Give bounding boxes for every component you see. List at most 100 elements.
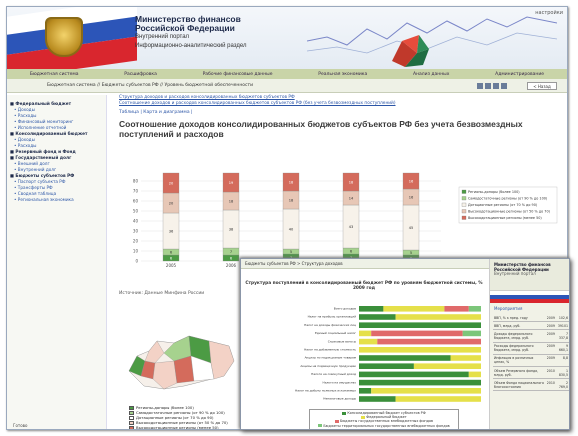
indicator-name[interactable]: ВВП, млрд. руб. (493, 321, 546, 331)
save-icon[interactable] (485, 83, 491, 89)
bar-segment[interactable] (395, 396, 481, 402)
indicator-name[interactable]: Объем Фонда национального благосостояния (493, 378, 546, 392)
bar-segment[interactable] (359, 322, 481, 328)
indicator-row: Объем Резервного фонда, млрд. руб. 2010 1 … (493, 366, 569, 380)
back-button[interactable]: < Назад (527, 82, 557, 90)
nav-item-2[interactable]: Рабочие финансовые данные (203, 72, 273, 77)
legend-swatch (461, 202, 467, 207)
sidebar-item-9[interactable]: ■ Государственный долг (10, 155, 103, 160)
sidebar-item-12[interactable]: ■ Бюджеты субъектов РФ (10, 173, 103, 178)
header-graph-decoration (307, 16, 557, 67)
window2-main: Структура поступлений в консолидированны… (241, 269, 487, 429)
sidebar-item-0[interactable]: ■ Федеральный бюджет (10, 101, 103, 106)
x-tick-label: 2005 (166, 263, 177, 268)
bar-segment[interactable] (450, 355, 482, 361)
bar-segment[interactable] (359, 379, 481, 386)
indicator-name[interactable]: Объем Резервного фонда, млрд. руб. (493, 366, 546, 380)
row-label: Налог на доходы физических лиц (304, 323, 356, 327)
bar-segment[interactable] (413, 363, 481, 369)
sidebar-item-11[interactable]: • Внутренний долг (10, 167, 103, 172)
legend-swatch (461, 196, 467, 201)
view-tabs[interactable]: Таблица | Карта и диаграмма | (119, 110, 559, 115)
sidebar-item-14[interactable]: • Трансферты РФ (10, 185, 103, 190)
events-link[interactable]: Мероприятия (490, 303, 569, 314)
bar-segment[interactable] (359, 363, 414, 369)
bar-segment[interactable] (395, 314, 481, 320)
nav-item-5[interactable]: Администрирование (495, 72, 544, 77)
bar-segment[interactable] (359, 355, 451, 361)
legend-swatch (461, 209, 467, 214)
export-icon[interactable] (493, 83, 499, 89)
nav-item-3[interactable]: Реальная экономика (318, 72, 367, 77)
sidebar-item-13[interactable]: • Паспорт субъекта РФ (10, 179, 103, 184)
sidebar-item-4[interactable]: • Исполнение отчетной (10, 125, 103, 130)
bar-segment[interactable] (359, 314, 396, 320)
bar-segment[interactable] (377, 338, 481, 345)
indicator-row: ВВП, млрд. руб. 2009 39101 (493, 321, 569, 331)
bar-value-label: 36 (169, 230, 174, 234)
indicator-name[interactable]: Доходы федерального бюджета, млрд. руб. (493, 329, 546, 343)
indicator-name[interactable]: Расходы федерального бюджета, млрд. руб. (493, 342, 546, 355)
bar-segment[interactable] (371, 330, 463, 337)
sidebar-item-5[interactable]: ■ Консолидированный бюджет (10, 131, 103, 136)
portal-header: Министерство финансов Российской Федерац… (7, 7, 567, 69)
flag-strip (490, 291, 569, 303)
indicator-name[interactable]: ВВП, % к пред. году (493, 314, 546, 323)
nav-item-4[interactable]: Анализ данных (413, 72, 449, 77)
coat-of-arms-emblem (45, 17, 83, 57)
w2-legend-swatch (318, 424, 323, 428)
bar-value-label: 40 (289, 228, 294, 232)
bar-value-label: 16 (409, 196, 414, 200)
row-label: Налог на прибыль организаций (308, 315, 357, 319)
w2-legend-swatch (361, 415, 366, 419)
indicator-val: 2 769,0 (555, 378, 569, 392)
bar-segment[interactable] (359, 347, 481, 353)
bar-segment[interactable] (359, 396, 396, 402)
indicator-val: 102,6 (555, 314, 569, 323)
window2-legend: Консолидированный бюджет субъектов РФ Фед… (309, 409, 459, 429)
bar-segment[interactable] (444, 306, 469, 312)
indicator-name[interactable]: Инфляция в розничных ценах, % (493, 354, 546, 367)
window2-sidebar: Министерство финансов Российской Федерац… (489, 259, 569, 429)
russian-flag-banner (7, 7, 137, 69)
bar-segment[interactable] (371, 388, 481, 394)
bar-value-label: 7 (230, 250, 232, 254)
y-tick-label: 40 (133, 219, 139, 224)
bar-segment[interactable] (468, 371, 481, 378)
bar-value-label: 18 (229, 200, 234, 204)
chart-legend: Регионы-доноры (более 100) Самодостаточны… (458, 186, 558, 224)
source-note: Источник: Данные Минфина России (119, 291, 205, 296)
bar-segment[interactable] (468, 306, 481, 312)
sidebar-item-7[interactable]: • Расходы (10, 143, 103, 148)
sidebar-item-3[interactable]: • Финансовый мониторинг (10, 119, 103, 124)
bar-segment[interactable] (359, 338, 378, 345)
sidebar-item-6[interactable]: • Доходы (10, 137, 103, 142)
bar-segment[interactable] (383, 306, 445, 312)
indicator-year: 2009 (545, 314, 556, 323)
w2-legend-item-3: Бюджеты территориальных государственных … (312, 424, 456, 428)
bar-segment[interactable] (359, 371, 469, 378)
sidebar-item-2[interactable]: • Расходы (10, 113, 103, 118)
bar-segment[interactable] (359, 330, 372, 337)
print-icon[interactable] (477, 83, 483, 89)
bar-segment[interactable] (359, 306, 384, 312)
indicator-year: 2010 (545, 366, 556, 380)
nav-item-0[interactable]: Бюджетная система (30, 72, 79, 77)
nav-item-1[interactable]: Расшифровка (124, 72, 157, 77)
sidebar-item-10[interactable]: • Внешний долг (10, 161, 103, 166)
breadcrumb-text[interactable]: Бюджетная система // Бюджеты субъектов Р… (47, 83, 253, 88)
indicator-year: 2009 (545, 342, 556, 355)
row-label: Акцизы по подакцизным товарам (305, 356, 356, 360)
sidebar-item-1[interactable]: • Доходы (10, 107, 103, 112)
breadcrumb: Бюджетная система // Бюджеты субъектов Р… (7, 79, 567, 93)
y-tick-label: 50 (133, 209, 139, 214)
bar-segment[interactable] (462, 330, 481, 337)
sidebar-item-8[interactable]: ■ Резервный фонд и Фонд (10, 149, 103, 154)
y-tick-label: 70 (133, 189, 139, 194)
bar-segment[interactable] (359, 388, 372, 394)
link-ratio[interactable]: Соотношение доходов и расходов консолиди… (119, 101, 559, 107)
sidebar-item-16[interactable]: • Региональная экономика (10, 197, 103, 202)
sidebar-item-15[interactable]: • Сводная таблица (10, 191, 103, 196)
font-size-icon[interactable] (501, 83, 507, 89)
settings-link[interactable]: настройки (535, 10, 563, 16)
